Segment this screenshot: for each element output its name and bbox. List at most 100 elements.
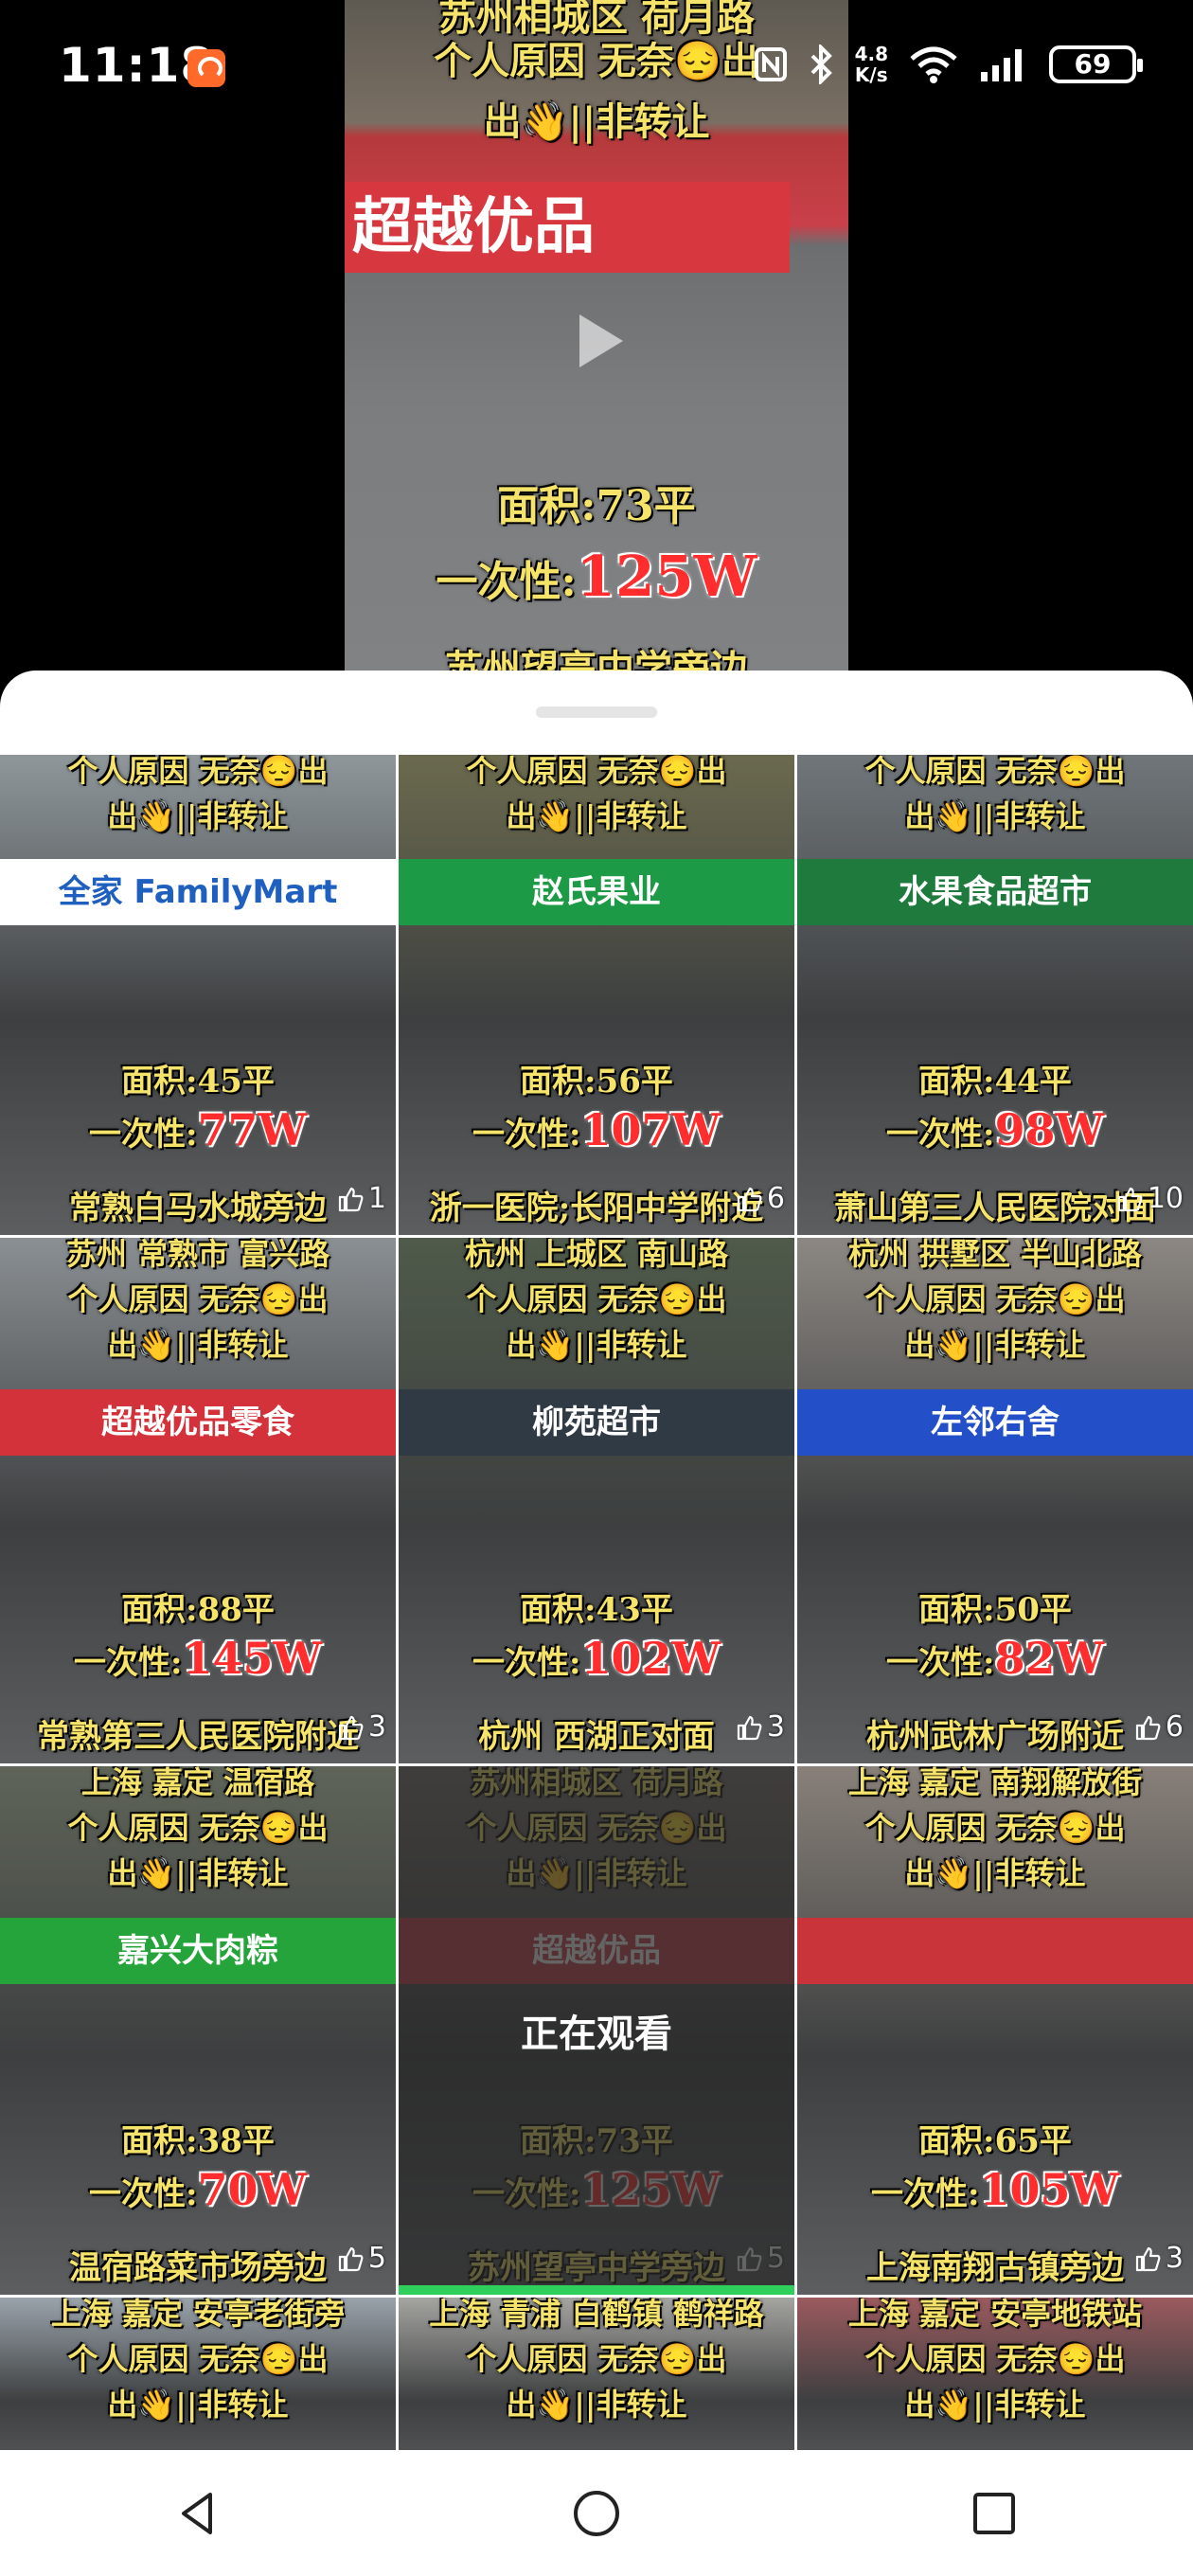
sheet-drag-handle[interactable] — [536, 707, 657, 718]
video-tile[interactable]: 苏州相城区 荷月路个人原因 无奈😔出出👋||非转让超越优品面积:73平一次性:1… — [399, 1766, 794, 2295]
now-watching-overlay: 正在观看 — [399, 1766, 794, 2295]
tile-like-number: 3 — [766, 1710, 785, 1744]
tile-price-prefix: 一次性: — [472, 1116, 581, 1154]
play-icon[interactable] — [561, 305, 632, 377]
tile-store-sign: 柳苑超市 — [399, 1389, 794, 1456]
tile-store-sign: 嘉兴大肉粽 — [0, 1918, 396, 1984]
video-tile[interactable]: 苏州 常熟市 富兴路 个人原因 无奈😔出 出👋||非转让超越优品零食面积:88平一次… — [0, 1238, 396, 1763]
video-tile[interactable]: 杭州 拱墅区 半山北路 个人原因 无奈😔出 出👋||非转让 左邻右舍 面积:50平 一次性… — [797, 1238, 1193, 1763]
tile-like-number: 1 — [367, 1182, 386, 1215]
tile-overlay-line2: 个人原因 无奈😔出 — [67, 1810, 329, 1846]
video-tile[interactable]: 个人原因 无奈😔出 出👋||非转让 全家 FamilyMart 面积:45平 一次性:7… — [0, 755, 396, 1235]
video-price-row: 一次性:125W — [345, 544, 848, 610]
tile-store-sign: 左邻右舍 — [797, 1389, 1193, 1456]
tile-overlay-line3: 出👋||非转让 — [107, 1327, 289, 1363]
tile-price: 82W — [994, 1633, 1104, 1684]
tile-overlay-line2: 个人原因 无奈😔出 — [864, 1281, 1126, 1317]
tile-like-count: 3 — [336, 1710, 386, 1744]
video-price-prefix: 一次性: — [436, 558, 577, 606]
back-icon[interactable] — [172, 2487, 225, 2540]
tile-price-prefix: 一次性: — [89, 1116, 198, 1154]
nfc-icon — [754, 47, 787, 81]
tile-price-prefix: 一次性: — [886, 1644, 995, 1682]
tile-overlay-line1: 上海 青浦 白鹤镇 鹤祥路 — [429, 2298, 764, 2332]
video-area: 面积:73平 — [497, 482, 696, 530]
tile-overlay-line1: 上海 嘉定 南翔解放街 — [847, 1766, 1143, 1800]
recents-icon[interactable] — [968, 2487, 1021, 2540]
tile-overlay-line1: 苏州 常熟市 富兴路 — [65, 1238, 330, 1272]
app-notification-icon — [187, 49, 225, 87]
tile-area: 面积:88平 — [121, 1591, 275, 1629]
tile-area: 面积:56平 — [520, 1063, 673, 1100]
tile-overlay-line2: 个人原因 无奈😔出 — [466, 2341, 727, 2377]
tile-area: 面积:44平 — [918, 1063, 1072, 1100]
tile-price: 107W — [580, 1104, 721, 1155]
tile-price-row: 一次性:105W — [797, 2164, 1193, 2215]
tile-like-number: 3 — [1165, 2242, 1184, 2275]
tile-overlay-line2: 个人原因 无奈😔出 — [67, 2341, 329, 2377]
tile-price: 98W — [994, 1104, 1104, 1155]
playback-progress-bar — [399, 2285, 794, 2295]
thumbs-up-icon — [1117, 1187, 1143, 1211]
tile-price-prefix: 一次性: — [871, 2175, 980, 2213]
tile-like-count: 3 — [1133, 2242, 1184, 2275]
tile-area: 面积:38平 — [121, 2122, 275, 2160]
tile-overlay-line1: 杭州 拱墅区 半山北路 — [847, 1238, 1143, 1272]
thumbs-up-icon — [1135, 1715, 1161, 1740]
tile-store-sign: 超越优品零食 — [0, 1389, 396, 1456]
tile-overlay-line3: 出👋||非转让 — [107, 1855, 289, 1891]
tile-overlay-line2: 出👋||非转让 — [107, 798, 289, 834]
video-tile[interactable]: 上海 嘉定 安亭老街旁 个人原因 无奈😔出 出👋||非转让 — [0, 2298, 396, 2450]
tile-overlay-line2: 个人原因 无奈😔出 — [864, 2341, 1126, 2377]
tile-overlay-line1: 个人原因 无奈😔出 — [67, 755, 329, 789]
tile-price: 105W — [979, 2164, 1119, 2215]
tile-overlay-line1: 个人原因 无奈😔出 — [466, 755, 727, 789]
tile-like-number: 6 — [766, 1182, 785, 1215]
tile-overlay-line1: 上海 嘉定 温宿路 — [80, 1766, 315, 1800]
tile-store-sign — [797, 1918, 1193, 1984]
tile-like-number: 3 — [367, 1710, 386, 1744]
video-tile[interactable]: 上海 嘉定 温宿路 个人原因 无奈😔出 出👋||非转让嘉兴大肉粽面积:38平一次性:… — [0, 1766, 396, 2295]
tile-price-row: 一次性:77W — [0, 1104, 396, 1155]
tile-overlay-line2: 出👋||非转让 — [904, 798, 1086, 834]
tile-overlay-line2: 个人原因 无奈😔出 — [864, 1810, 1126, 1846]
tile-overlay-line2: 个人原因 无奈😔出 — [67, 1281, 329, 1317]
video-price: 125W — [576, 544, 757, 610]
video-tile[interactable]: 杭州 上城区 南山路 个人原因 无奈😔出 出👋||非转让 柳苑超市 面积:43平 一次性:… — [399, 1238, 794, 1763]
network-speed-value: 4.8 — [854, 43, 888, 65]
tile-overlay-line3: 出👋||非转让 — [904, 1327, 1086, 1363]
video-tile[interactable]: 上海 嘉定 安亭地铁站 个人原因 无奈😔出 出👋||非转让 — [797, 2298, 1193, 2450]
tile-like-count: 6 — [1133, 1710, 1184, 1744]
network-speed-unit: K/s — [854, 63, 888, 86]
video-tile[interactable]: 个人原因 无奈😔出 出👋||非转让 水果食品超市 面积:44平 一次性:98W 萧山第三人… — [797, 755, 1193, 1235]
tile-price: 77W — [197, 1104, 307, 1155]
tile-overlay-line3: 出👋||非转让 — [506, 2387, 687, 2423]
tile-area: 面积:65平 — [918, 2122, 1072, 2160]
tile-area: 面积:45平 — [121, 1063, 275, 1100]
tile-overlay-line3: 出👋||非转让 — [904, 2387, 1086, 2423]
tile-like-count: 10 — [1115, 1182, 1184, 1215]
tile-like-number: 6 — [1165, 1710, 1184, 1744]
tile-price-row: 一次性:82W — [797, 1633, 1193, 1684]
home-icon[interactable] — [570, 2487, 623, 2540]
video-tile[interactable]: 上海 青浦 白鹤镇 鹤祥路 个人原因 无奈😔出 出👋||非转让 — [399, 2298, 794, 2450]
tile-price: 102W — [580, 1633, 721, 1684]
thumbs-up-icon — [338, 1715, 364, 1740]
thumbs-up-icon — [1135, 2246, 1161, 2271]
tile-price-prefix: 一次性: — [89, 2175, 198, 2213]
tile-overlay-line1: 杭州 上城区 南山路 — [464, 1238, 729, 1272]
system-navigation-bar — [0, 2450, 1193, 2576]
video-tile[interactable]: 上海 嘉定 南翔解放街 个人原因 无奈😔出 出👋||非转让 面积:65平 一次性:105… — [797, 1766, 1193, 2295]
tile-like-number: 5 — [367, 2242, 386, 2275]
tile-like-count: 6 — [735, 1182, 785, 1215]
tile-price-prefix: 一次性: — [74, 1644, 183, 1682]
thumbs-up-icon — [338, 1187, 364, 1211]
tile-like-count: 3 — [735, 1710, 785, 1744]
tile-store-sign: 赵氏果业 — [399, 859, 794, 925]
tile-like-number: 10 — [1147, 1182, 1184, 1215]
video-store-sign: 超越优品 — [345, 182, 790, 273]
tile-price-row: 一次性:107W — [399, 1104, 794, 1155]
tile-price: 70W — [197, 2164, 307, 2215]
thumbs-up-icon — [737, 1715, 762, 1740]
video-tile[interactable]: 个人原因 无奈😔出 出👋||非转让 赵氏果业 面积:56平 一次性:107W 浙一医院;长… — [399, 755, 794, 1235]
